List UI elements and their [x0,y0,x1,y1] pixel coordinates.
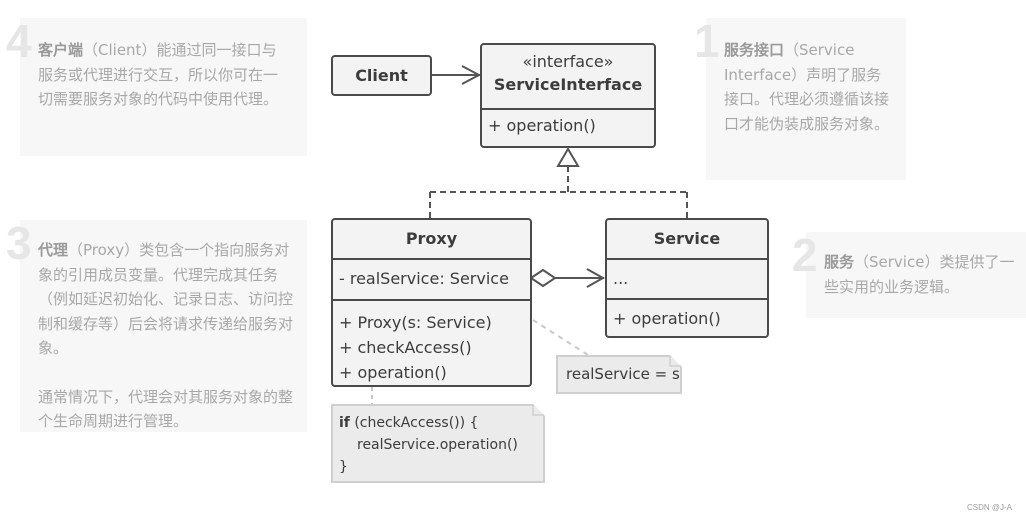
watermark: CSDN @J-A [966,503,1012,512]
note-fold [532,404,545,416]
